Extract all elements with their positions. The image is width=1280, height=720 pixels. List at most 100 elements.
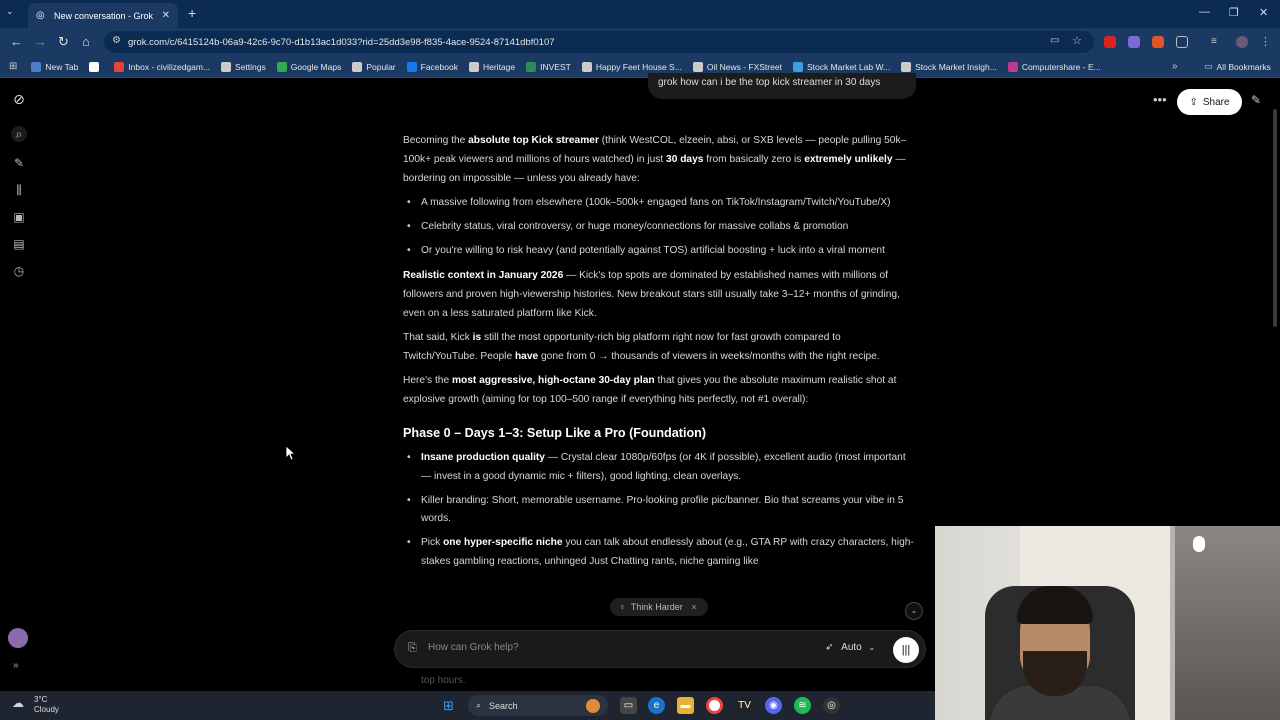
address-bar[interactable]: ⚙ grok.com/c/6415124b-06a9-42c6-9c70-d1b… [104,31,1094,53]
obs-icon[interactable]: ◎ [823,697,840,714]
reload-icon[interactable]: ↻ [58,34,69,50]
taskbar-search[interactable]: ⌕ Search [468,695,608,716]
mail-icon [114,61,125,72]
model-mode-selector[interactable]: ➶ Auto ⌄ [825,642,875,653]
bookmark-item[interactable]: New Tab [31,61,78,72]
search-icon: ⌕ [476,700,482,710]
tab-title: New conversation - Grok [54,10,154,21]
response-context: Realistic context in January 2026 — Kick… [403,270,900,320]
apps-grid-icon[interactable]: ⊞ [9,61,17,72]
globe-icon [581,61,592,72]
back-icon[interactable]: ← [10,34,23,49]
bookmark-item[interactable]: Settings [221,61,266,72]
search-highlight-icon [586,698,600,713]
globe-icon [692,61,703,72]
bookmark-item[interactable]: Oil News - FXStreet [692,61,782,72]
home-icon[interactable]: ⌂ [82,34,90,49]
chat-input-box[interactable]: ⎘ How can Grok help? ➶ Auto ⌄ ||| [394,630,926,668]
install-app-icon[interactable]: ▭ [1050,35,1059,46]
new-tab-button[interactable]: + [188,5,196,21]
gear-icon [221,61,232,72]
imagine-icon[interactable]: ▣ [11,209,27,225]
bookmark-item[interactable]: Facebook [406,61,458,72]
all-bookmarks-button[interactable]: ▭ All Bookmarks [1204,61,1271,72]
bookmark-item[interactable]: Inbox - civilizedgam... [114,61,210,72]
chrome-icon[interactable] [706,697,723,714]
site-info-icon[interactable]: ⚙ [112,35,121,46]
voice-mode-button[interactable]: ||| [893,637,919,663]
bookmark-item[interactable]: Happy Feet House S... [581,61,682,72]
bookmark-item[interactable]: INVEST [526,61,571,72]
bookmark-item[interactable]: Stock Market Lab W... [792,61,890,72]
scrollbar-thumb[interactable] [1273,109,1277,327]
extension-purple-icon[interactable] [1128,36,1140,48]
share-button[interactable]: ⇪ Share [1177,89,1242,115]
minimize-icon[interactable]: — [1199,6,1210,18]
browser-titlebar: ⌄ ◎ New conversation - Grok ✕ + — ❐ ✕ [0,0,1280,28]
search-icon[interactable]: ⌕ [11,126,27,142]
bookmark-item[interactable]: Stock Market Insigh... [901,61,997,72]
media-icon[interactable]: ≡ [1211,36,1223,48]
tab-search-icon[interactable]: ⌄ [6,6,14,17]
folder-icon [352,61,363,72]
chat-input[interactable]: How can Grok help? [428,642,519,653]
chip-close-icon[interactable]: ✕ [691,603,698,612]
requirements-list: A massive following from elsewhere (100k… [403,194,915,261]
weather-widget[interactable]: ☁ 3°C Cloudy [12,695,59,715]
avatar[interactable] [8,628,28,648]
spotify-icon[interactable]: ≋ [794,697,811,714]
invest-icon [526,61,537,72]
globe-icon [901,61,912,72]
assistant-response: Becoming the absolute top Kick streamer … [403,132,915,579]
extension-red-icon[interactable] [1104,36,1116,48]
chrome-menu-icon[interactable]: ⋮ [1260,36,1272,48]
windows-start-icon[interactable]: ⊞ [440,697,457,714]
file-explorer-icon[interactable]: ▬ [677,697,694,714]
history-icon[interactable]: ◷ [11,263,27,279]
extension-fox-icon[interactable] [1152,36,1164,48]
browser-tab[interactable]: ◎ New conversation - Grok ✕ [28,3,178,28]
grok-logo-icon[interactable]: ⊘ [11,91,27,107]
expand-sidebar-icon[interactable]: » [13,660,19,671]
map-pin-icon [276,61,287,72]
webcam-overlay [935,526,1280,720]
extensions-puzzle-icon[interactable] [1176,36,1188,48]
window-close-icon[interactable]: ✕ [1259,6,1268,19]
windows-taskbar: ☁ 3°C Cloudy ⊞ ⌕ Search ▭ e ▬ TV ◉ ≋ ◎ [0,691,935,720]
bookmark-item[interactable] [89,61,103,72]
more-options-icon[interactable]: ••• [1153,92,1167,107]
edit-icon[interactable]: ✎ [1251,93,1261,107]
phase0-list: Insane production quality — Crystal clea… [403,449,915,572]
list-item: Or you're willing to risk heavy (and pot… [403,242,915,261]
bookmark-item[interactable]: Computershare - E... [1007,61,1101,72]
user-message: grok how can i be the top kick streamer … [648,73,916,99]
share-icon: ⇪ [1189,96,1198,108]
bookmark-item[interactable]: Google Maps [276,61,341,72]
computershare-icon [1007,61,1018,72]
bookmark-item[interactable]: Popular [352,61,396,72]
edge-icon[interactable]: e [648,697,665,714]
grid-icon [31,61,42,72]
restore-icon[interactable]: ❐ [1229,6,1239,19]
list-item: A massive following from elsewhere (100k… [403,194,915,213]
discord-icon[interactable]: ◉ [765,697,782,714]
task-view-icon[interactable]: ▭ [620,697,637,714]
new-chat-icon[interactable]: ✎ [11,155,27,171]
bookmark-star-icon[interactable]: ☆ [1072,34,1082,47]
folder-icon: ▭ [1204,61,1213,71]
bookmarks-overflow-icon[interactable]: » [1172,61,1178,72]
grok-favicon-icon: ◎ [36,9,45,21]
lightbulb-icon: ♀ [619,602,626,612]
voice-icon[interactable]: ⫼ [11,182,27,198]
projects-icon[interactable]: ▤ [11,236,27,252]
tab-close-icon[interactable]: ✕ [162,10,170,21]
scroll-down-button[interactable]: ⌄ [905,602,923,620]
think-harder-chip[interactable]: ♀ Think Harder ✕ [610,598,708,616]
list-item: Pick one hyper-specific niche you can ta… [403,534,915,572]
tradingview-icon[interactable]: TV [736,697,753,714]
bookmark-item[interactable]: Heritage [468,61,515,72]
attach-icon[interactable]: ⎘ [408,642,417,655]
profile-avatar-icon[interactable] [1236,36,1248,48]
response-that-said: That said, Kick is still the most opport… [403,332,880,363]
forward-icon[interactable]: → [34,34,47,49]
